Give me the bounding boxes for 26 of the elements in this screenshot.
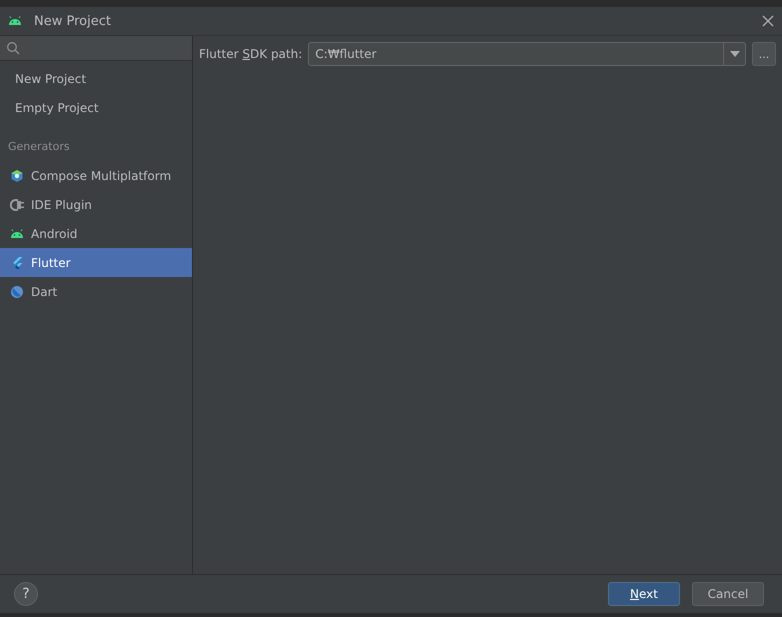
dropdown-arrow-icon[interactable] <box>730 51 740 57</box>
next-button[interactable]: Next <box>608 582 680 606</box>
hexagon-logo-icon <box>10 168 24 182</box>
search-field[interactable] <box>0 36 192 61</box>
generator-item[interactable]: Android <box>0 219 192 248</box>
dart-logo-icon <box>10 284 24 298</box>
android-icon <box>10 228 24 238</box>
flutter-logo-icon <box>10 256 24 270</box>
search-icon <box>6 41 20 55</box>
project-type-item[interactable]: Empty Project <box>0 93 192 122</box>
project-type-item[interactable]: New Project <box>0 64 192 93</box>
plug-icon <box>10 198 24 212</box>
generator-item[interactable]: IDE Plugin <box>0 190 192 219</box>
generator-item[interactable]: Flutter <box>0 248 192 277</box>
field-label: Flutter SDK path: <box>199 47 302 61</box>
section-heading: Generators <box>7 139 71 155</box>
generator-item[interactable]: Dart <box>0 277 192 306</box>
help-button[interactable]: ? <box>14 582 38 606</box>
sdk-path-dropdown[interactable]: C:₩flutter <box>308 42 746 66</box>
generator-item[interactable]: Compose Multiplatform <box>0 161 192 190</box>
window-title: New Project <box>34 14 111 28</box>
close-icon[interactable] <box>762 15 774 27</box>
android-icon <box>8 16 22 26</box>
cancel-button[interactable]: Cancel <box>692 582 764 606</box>
browse-button[interactable]: ... <box>752 42 776 66</box>
sdk-path-input[interactable]: C:₩flutter <box>309 46 723 62</box>
